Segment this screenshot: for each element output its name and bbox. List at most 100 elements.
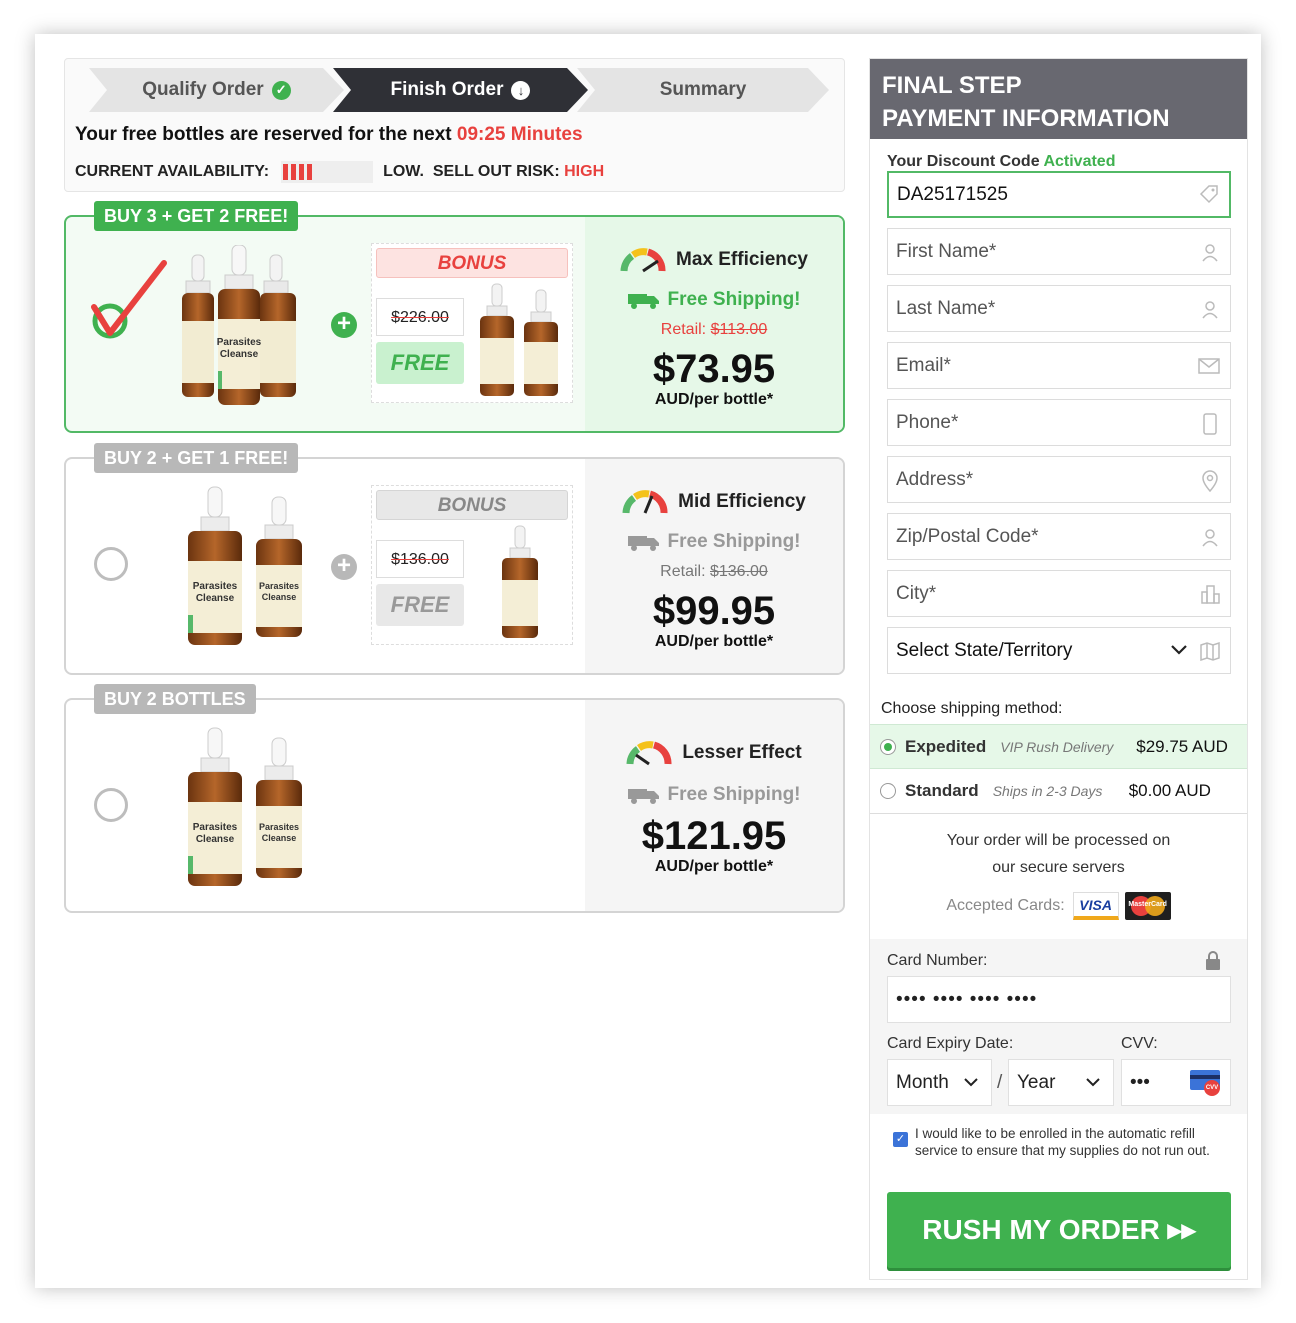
offer-radio[interactable] <box>94 788 128 822</box>
bonus-bottles-2 <box>480 283 558 396</box>
offer-radio[interactable] <box>94 547 128 581</box>
price-unit: AUD/per bottle* <box>654 633 774 650</box>
price-unit: AUD/per bottle* <box>654 391 774 408</box>
reserve-text: Your free bottles are reserved for the n… <box>75 124 452 145</box>
efficiency-label: Lesser Effect <box>585 740 843 766</box>
offer-card-buy2[interactable]: BUY 2 BOTTLES Parasites Cleanse Parasite… <box>64 684 845 913</box>
offer-tag: BUY 2 + GET 1 FREE! <box>94 443 299 473</box>
truck-icon <box>627 789 659 804</box>
gauge-low-icon <box>626 741 672 766</box>
bonus-label: BONUS <box>376 490 568 520</box>
countdown-timer: 09:25 Minutes <box>456 124 583 145</box>
accepted-cards: Accepted Cards: VISA MasterCard <box>870 892 1247 920</box>
product-bottles-3: Parasites Cleanse <box>182 245 296 405</box>
retail-price: Retail: $136.00 <box>660 563 768 580</box>
first-name-field[interactable]: First Name* <box>887 228 1231 275</box>
shipping-option-standard[interactable]: Standard Ships in 2-3 Days $0.00 AUD <box>870 769 1247 814</box>
expiry-label: Card Expiry Date: <box>887 1035 1014 1052</box>
step-summary: Summary <box>577 68 829 112</box>
bottle-label-line2: Cleanse <box>220 349 259 360</box>
truck-icon <box>627 536 659 551</box>
discount-code-field[interactable]: DA25171525 <box>887 171 1231 218</box>
reservation-notice: Your free bottles are reserved for the n… <box>75 124 583 146</box>
cvv-card-icon: CVV <box>1190 1070 1222 1096</box>
bottle-label-line1: Parasites <box>217 337 262 348</box>
card-number-input[interactable]: •••• •••• •••• •••• <box>887 976 1231 1023</box>
discount-status: Activated <box>1043 153 1116 170</box>
expiry-year-select[interactable]: Year <box>1008 1059 1114 1106</box>
step-label: Finish Order <box>390 79 504 100</box>
user-icon <box>1202 244 1218 262</box>
envelope-icon <box>1198 358 1220 374</box>
availability-label: CURRENT AVAILABILITY: <box>75 163 270 180</box>
step-qualify-order: Qualify Order ✓ <box>89 68 344 112</box>
last-name-field[interactable]: Last Name* <box>887 285 1231 332</box>
expiry-month-select[interactable]: Month <box>887 1059 992 1106</box>
bonus-box: BONUS $136.00 FREE <box>371 485 573 645</box>
chevron-down-icon <box>964 1078 978 1087</box>
phone-icon <box>1203 413 1217 435</box>
tag-icon <box>1199 185 1218 204</box>
bottle-label-line2: Cleanse <box>262 592 297 602</box>
expiry-separator: / <box>997 1072 1003 1093</box>
email-field[interactable]: Email* <box>887 342 1231 389</box>
cvv-input[interactable]: ••• CVV <box>1121 1059 1231 1106</box>
state-select[interactable]: Select State/Territory <box>887 627 1231 674</box>
shipping-option-expedited[interactable]: Expedited VIP Rush Delivery $29.75 AUD <box>870 724 1247 769</box>
bonus-free-label: FREE <box>376 342 464 384</box>
cvv-label: CVV: <box>1121 1035 1158 1052</box>
risk-label: SELL OUT RISK: <box>432 163 560 180</box>
availability-row: CURRENT AVAILABILITY: LOW. SELL OUT RISK… <box>75 161 604 183</box>
bottle-label-line1: Parasites <box>259 822 299 832</box>
location-pin-icon <box>1202 470 1218 492</box>
shipping-radio[interactable] <box>880 783 896 799</box>
offer-price: $99.95 <box>652 589 776 633</box>
plus-icon: + <box>331 312 357 338</box>
card-number-label: Card Number: <box>887 952 988 969</box>
mastercard-icon: MasterCard <box>1124 892 1171 920</box>
visa-icon: VISA <box>1072 892 1119 920</box>
user-icon <box>1202 529 1218 547</box>
bonus-old-price: $226.00 <box>376 298 464 336</box>
payment-panel: FINAL STEP PAYMENT INFORMATION Your Disc… <box>869 58 1248 1280</box>
auto-refill-option[interactable]: ✓ I would like to be enrolled in the aut… <box>893 1125 1233 1159</box>
retail-price: Retail: $113.00 <box>660 321 768 338</box>
refill-text: I would like to be enrolled in the autom… <box>915 1126 1210 1158</box>
product-bottles-2: Parasites Cleanse Parasites Cleanse <box>188 486 302 645</box>
bottle-label-line2: Cleanse <box>196 834 235 845</box>
offer-card-buy3-get2[interactable]: BUY 3 + GET 2 FREE! Parasites Cleanse + … <box>64 201 845 433</box>
lock-icon <box>1206 951 1220 970</box>
shipping-radio[interactable] <box>880 738 896 755</box>
availability-level: LOW. <box>383 163 424 180</box>
rush-order-button[interactable]: RUSH MY ORDER ▸▸ <box>887 1192 1231 1268</box>
checkout-steps: Qualify Order ✓ Finish Order ↓ Summary <box>89 68 829 112</box>
chevron-down-icon <box>1171 645 1187 655</box>
chevron-down-icon <box>1086 1078 1100 1087</box>
building-icon <box>1201 585 1220 604</box>
step-finish-order: Finish Order ↓ <box>333 68 588 112</box>
bonus-box: BONUS $226.00 FREE <box>371 243 573 403</box>
check-circle-icon: ✓ <box>271 80 291 100</box>
truck-icon <box>627 294 659 309</box>
address-field[interactable]: Address* <box>887 456 1231 503</box>
bottle-label-line2: Cleanse <box>196 593 235 604</box>
discount-label: Your Discount Code Activated <box>887 153 1116 170</box>
refill-checkbox[interactable]: ✓ <box>893 1132 908 1147</box>
zip-field[interactable]: Zip/Postal Code* <box>887 513 1231 560</box>
phone-field[interactable]: Phone* <box>887 399 1231 446</box>
secure-notice: Your order will be processed on our secu… <box>946 832 1171 876</box>
price-unit: AUD/per bottle* <box>654 858 774 875</box>
offer-card-buy2-get1[interactable]: BUY 2 + GET 1 FREE! Parasites Cleanse Pa… <box>64 443 845 675</box>
step-label: Summary <box>659 79 747 100</box>
offer-price: $73.95 <box>652 347 776 391</box>
selected-checkmark-icon <box>91 260 167 339</box>
bottle-label-line1: Parasites <box>193 822 238 833</box>
map-icon <box>1200 641 1220 661</box>
efficiency-label: Max Efficiency <box>585 247 843 273</box>
efficiency-label: Mid Efficiency <box>585 489 843 515</box>
risk-value: HIGH <box>564 163 605 180</box>
product-bottles-2: Parasites Cleanse Parasites Cleanse <box>188 727 302 886</box>
bonus-free-label: FREE <box>376 584 464 626</box>
offer-price: $121.95 <box>641 814 787 858</box>
city-field[interactable]: City* <box>887 570 1231 617</box>
